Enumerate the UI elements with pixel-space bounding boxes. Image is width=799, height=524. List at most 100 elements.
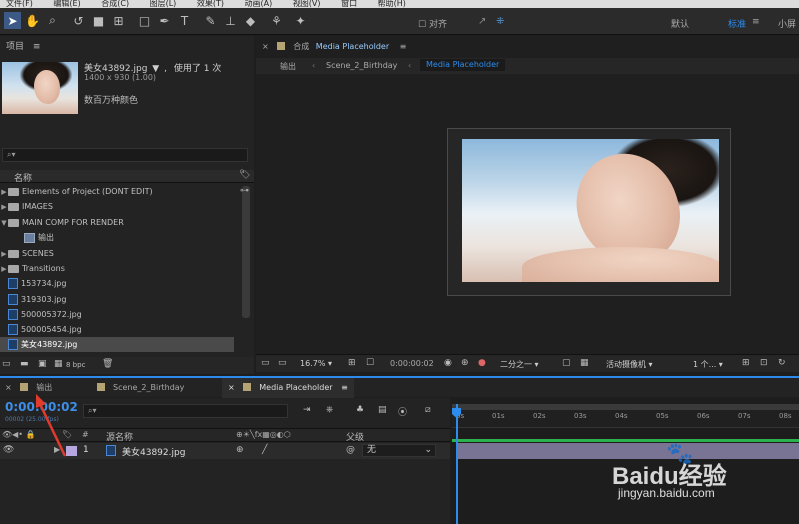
workspace-small[interactable]: 小屏: [778, 17, 796, 30]
workspace-default[interactable]: 默认: [671, 17, 689, 30]
menu-effect[interactable]: 效果(T): [197, 0, 224, 8]
new-composition-icon[interactable]: ▣: [38, 359, 47, 369]
mask-visibility-icon[interactable]: ☐: [366, 358, 374, 368]
bit-depth-button[interactable]: 8 bpc: [66, 361, 85, 369]
name-column-header[interactable]: 名称: [14, 171, 32, 184]
fast-previews-icon[interactable]: ⊡: [760, 358, 768, 368]
playhead[interactable]: [456, 404, 458, 524]
close-tab-icon[interactable]: ×: [262, 42, 269, 51]
menu-edit[interactable]: 编辑(E): [53, 0, 80, 8]
hide-shy-layers-icon[interactable]: ♣: [356, 405, 364, 415]
reset-exposure-icon[interactable]: ↻: [778, 358, 786, 368]
viewer-timecode[interactable]: 0:00:00:02: [390, 359, 434, 368]
twirl-icon[interactable]: ▶: [0, 185, 8, 200]
menu-layer[interactable]: 图层(L): [150, 0, 177, 8]
project-item[interactable]: 319303.jpg: [0, 292, 238, 307]
parent-header[interactable]: 父级: [346, 430, 364, 443]
color-settings-icon[interactable]: ▦: [54, 359, 63, 369]
project-item-selected[interactable]: 美女43892.jpg: [0, 337, 234, 352]
interpret-footage-icon[interactable]: ▭: [2, 359, 11, 369]
twirl-icon[interactable]: ▼: [0, 216, 8, 231]
camera-dropdown[interactable]: 活动摄像机 ▾: [606, 359, 653, 370]
views-dropdown[interactable]: 1 个... ▾: [693, 359, 723, 370]
parent-dropdown[interactable]: 无 ⌄: [362, 444, 436, 457]
pen-tool-icon[interactable]: ✒: [156, 12, 173, 29]
camera-tool-icon[interactable]: ■: [90, 12, 107, 29]
comp-mini-flowchart-icon[interactable]: ⇥: [303, 405, 311, 415]
project-item[interactable]: 153734.jpg: [0, 276, 238, 291]
roto-brush-tool-icon[interactable]: ⚘: [268, 12, 285, 29]
twirl-icon[interactable]: ▶: [0, 247, 8, 262]
tab-scene-2-birthday[interactable]: Scene_2_Birthday: [97, 378, 184, 398]
safe-margins-icon[interactable]: ⊞: [348, 358, 356, 368]
selection-tool-icon[interactable]: ➤: [4, 12, 21, 29]
panel-menu-icon[interactable]: ≡: [33, 42, 41, 52]
graph-editor-icon[interactable]: ⧄: [425, 405, 431, 415]
toggle-pixel-aspect-icon[interactable]: ⊞: [742, 358, 750, 368]
label-column-icon[interactable]: 🏷: [239, 170, 250, 180]
timeline-search-input[interactable]: ⌕▾: [83, 404, 288, 418]
color-channel-icon[interactable]: ●: [478, 358, 486, 368]
grid-snap-icon[interactable]: ⁜: [496, 16, 504, 27]
visibility-eye-icon[interactable]: 👁: [3, 445, 14, 455]
project-item[interactable]: 500005454.jpg: [0, 322, 238, 337]
menu-help[interactable]: 帮助(H): [378, 0, 406, 8]
source-name-header[interactable]: 源名称: [106, 430, 133, 443]
motion-blur-icon[interactable]: ⦿: [398, 405, 407, 418]
snap-icon[interactable]: ↗: [478, 16, 486, 27]
zoom-dropdown[interactable]: 16.7% ▾: [300, 359, 332, 368]
delete-icon[interactable]: 🗑: [102, 359, 113, 369]
menu-file[interactable]: 文件(F): [6, 0, 33, 8]
flowchart-icon[interactable]: ⊶: [240, 186, 249, 196]
frame-blending-icon[interactable]: ▤: [378, 405, 387, 415]
rectangle-tool-icon[interactable]: □: [136, 12, 153, 29]
rotate-tool-icon[interactable]: ↺: [70, 12, 87, 29]
project-scrollbar[interactable]: [242, 186, 250, 318]
project-item[interactable]: ▶ Elements of Project (DONT EDIT): [0, 184, 238, 199]
menu-view[interactable]: 视图(V): [293, 0, 321, 8]
hand-tool-icon[interactable]: ✋: [24, 12, 41, 29]
pan-behind-tool-icon[interactable]: ⊞: [110, 12, 127, 29]
twirl-icon[interactable]: ▶: [0, 200, 8, 215]
puppet-pin-tool-icon[interactable]: ✦: [292, 12, 309, 29]
project-item[interactable]: ▼ MAIN COMP FOR RENDER: [0, 215, 238, 230]
eraser-tool-icon[interactable]: ◆: [242, 12, 259, 29]
close-tab-icon[interactable]: ×: [228, 383, 235, 392]
breadcrumb-item[interactable]: Scene_2_Birthday: [326, 61, 397, 70]
breadcrumb-item[interactable]: 输出: [280, 61, 296, 72]
layer-switches-header[interactable]: ⊕☀╲fx▦◎◐⬡: [236, 430, 291, 439]
align-toggle[interactable]: ☐ 对齐: [418, 17, 447, 30]
project-item[interactable]: ▶ IMAGES: [0, 199, 238, 214]
show-snapshot-icon[interactable]: ⊕: [461, 358, 469, 368]
draft-3d-icon[interactable]: ⎈: [326, 405, 333, 415]
workspace-menu-icon[interactable]: ≡: [752, 17, 760, 27]
clone-stamp-tool-icon[interactable]: ⊥: [222, 12, 239, 29]
always-preview-icon[interactable]: ▭: [261, 358, 270, 368]
shy-switch-icon[interactable]: ⊕: [236, 445, 244, 455]
project-item[interactable]: ▶ Transitions: [0, 261, 238, 276]
close-tab-icon[interactable]: ×: [5, 383, 12, 392]
brush-tool-icon[interactable]: ✎: [202, 12, 219, 29]
pick-whip-icon[interactable]: @: [346, 445, 355, 455]
tab-media-placeholder[interactable]: × Media Placeholder ≡: [222, 378, 354, 398]
twirl-icon[interactable]: ▶: [0, 262, 8, 277]
region-of-interest-icon[interactable]: ▢: [562, 358, 571, 368]
transparency-grid-icon[interactable]: ▦: [580, 358, 589, 368]
zoom-tool-icon[interactable]: ⌕: [44, 12, 61, 29]
project-search-input[interactable]: ⌕▾: [2, 148, 248, 162]
monitor-icon[interactable]: ▭: [278, 358, 287, 368]
menu-window[interactable]: 窗口: [341, 0, 357, 8]
snapshot-icon[interactable]: ◉: [444, 358, 452, 368]
workspace-standard[interactable]: 标准: [728, 17, 746, 30]
project-panel-title[interactable]: 项目 ≡: [6, 39, 40, 52]
project-item[interactable]: 500005372.jpg: [0, 307, 238, 322]
quality-switch-icon[interactable]: ╱: [262, 445, 267, 455]
project-item[interactable]: ▶ SCENES: [0, 246, 238, 261]
layer-name[interactable]: 美女43892.jpg: [122, 445, 185, 458]
menu-composition[interactable]: 合成(C): [101, 0, 129, 8]
panel-menu-icon[interactable]: ≡: [400, 42, 407, 51]
composition-tab[interactable]: × 合成 Media Placeholder ≡: [262, 41, 406, 52]
project-item[interactable]: 输出: [0, 230, 238, 245]
resolution-dropdown[interactable]: 二分之一 ▾: [500, 359, 539, 370]
panel-menu-icon[interactable]: ≡: [341, 383, 348, 392]
